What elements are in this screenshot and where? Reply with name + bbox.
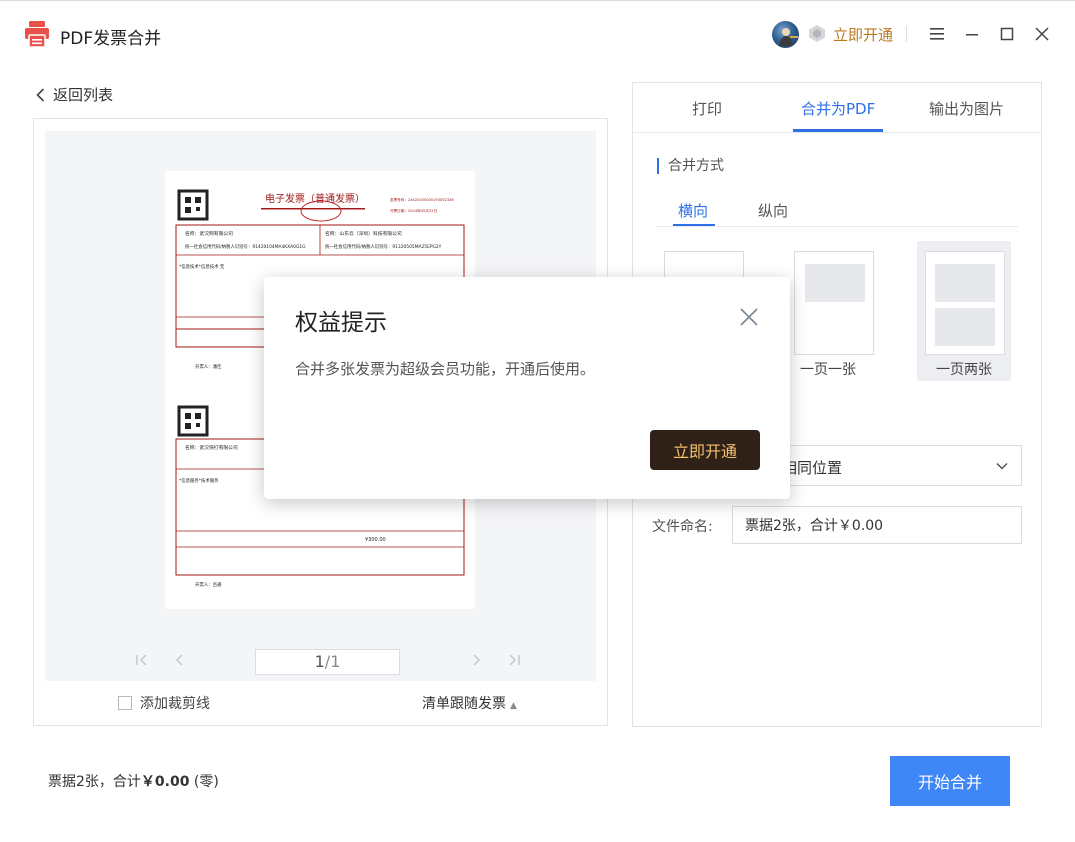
layout-label: 一页两张: [936, 362, 992, 378]
item-line-2: *信息服务*技术服务: [179, 477, 219, 484]
filename-label: 文件命名:: [652, 519, 713, 535]
minimize-icon[interactable]: [960, 22, 984, 46]
invoice-title-1: 电子发票（普通发票）: [265, 192, 365, 205]
summary-amount: ￥0.00: [140, 774, 190, 790]
current-page: 1: [314, 652, 325, 671]
caret-up-icon: ▲: [510, 701, 517, 711]
list-follow-label: 清单跟随发票: [422, 696, 506, 712]
start-merge-button[interactable]: 开始合并: [890, 756, 1010, 806]
activate-button[interactable]: 立即开通: [650, 430, 760, 470]
thumb-block-bottom: [935, 308, 995, 346]
total-amount-2: ¥300.00: [365, 537, 386, 543]
output-tabs: 打印 合并为PDF 输出为图片: [633, 83, 1041, 133]
seller-tax-id-1: 统一社会信用代码/纳税人识别号：91320505MA25EPG2Y: [325, 243, 442, 250]
benefit-dialog: 权益提示 合并多张发票为超级会员功能，开通后使用。 立即开通: [264, 277, 790, 499]
next-page-icon[interactable]: [467, 653, 485, 671]
list-follow-dropdown[interactable]: 清单跟随发票 ▲: [422, 693, 517, 713]
checkbox-box[interactable]: [118, 696, 132, 710]
vip-diamond-icon: [809, 25, 825, 42]
app-logo-icon: [25, 21, 49, 48]
chevron-left-icon: [36, 87, 45, 102]
page-navigator: 1/1: [45, 649, 596, 677]
activate-vip-link[interactable]: 立即开通: [833, 24, 893, 45]
summary-prefix: 票据2张，合计: [48, 774, 141, 790]
close-window-icon[interactable]: [1030, 22, 1054, 46]
back-label: 返回列表: [53, 86, 114, 104]
dialog-title: 权益提示: [295, 310, 387, 336]
layout-option-one-per-page[interactable]: 一页一张: [781, 241, 875, 381]
filename-input[interactable]: [732, 506, 1022, 544]
merge-mode-heading: 合并方式: [657, 158, 724, 174]
thumb-block: [805, 264, 865, 302]
avatar-figure-icon: [779, 28, 798, 46]
first-page-icon[interactable]: [133, 653, 151, 671]
layout-label: 一页一张: [800, 362, 856, 378]
maximize-icon[interactable]: [995, 22, 1019, 46]
issuer-1: 开票人：潘佳: [195, 363, 222, 370]
app-title: PDF发票合并: [60, 29, 162, 49]
bill-summary: 票据2张，合计￥0.00 (零): [48, 771, 219, 791]
item-line-1: *信息技术*信息技术 无: [179, 263, 225, 270]
summary-suffix: (零): [193, 774, 219, 790]
last-page-icon[interactable]: [505, 653, 523, 671]
prev-page-icon[interactable]: [171, 653, 189, 671]
layout-thumbnail: [925, 251, 1005, 355]
menu-icon[interactable]: [925, 22, 949, 46]
tab-print[interactable]: 打印: [692, 98, 722, 119]
total-pages: /1: [324, 652, 341, 671]
dialog-message: 合并多张发票为超级会员功能，开通后使用。: [295, 360, 596, 378]
active-tab-indicator: [793, 129, 883, 132]
thumb-block-top: [935, 264, 995, 302]
tab-merge-pdf[interactable]: 合并为PDF: [801, 98, 875, 119]
window-top-border: [0, 0, 1075, 1]
issuer-2: 开票人：吕通: [195, 581, 222, 588]
tab-landscape[interactable]: 横向: [678, 200, 708, 221]
titlebar-divider: [906, 26, 907, 42]
tab-portrait[interactable]: 纵向: [758, 200, 788, 221]
orientation-tabs: 横向 纵向: [657, 191, 1018, 227]
seller-name-1: 名称：山东云（深圳）科技有限公司: [325, 230, 402, 237]
tab-export-image[interactable]: 输出为图片: [929, 98, 1004, 119]
chevron-down-icon: [996, 462, 1008, 470]
buyer-name-2: 名称：武汉快打有限公司: [185, 444, 238, 451]
layout-option-two-per-page[interactable]: 一页两张: [917, 241, 1011, 381]
close-icon[interactable]: [738, 306, 760, 328]
user-avatar[interactable]: [772, 21, 799, 48]
layout-thumbnail: [794, 251, 874, 355]
invoice-date-1: 开票日期：2024年05月22日: [390, 208, 437, 213]
crop-lines-label: 添加裁剪线: [140, 696, 210, 712]
invoice-number-1: 发票号码：24422000000193052336: [390, 197, 454, 202]
subtab-indicator: [673, 224, 715, 226]
buyer-name-1: 名称：武汉网有限公司: [185, 230, 233, 237]
position-value: 相同位置: [782, 459, 843, 477]
back-to-list-link[interactable]: 返回列表: [36, 84, 113, 105]
buyer-tax-id-1: 统一社会信用代码/纳税人识别号：91420104MA4KXA0G1G: [185, 243, 306, 250]
crop-lines-checkbox[interactable]: 添加裁剪线: [118, 693, 210, 713]
page-indicator[interactable]: 1/1: [255, 649, 400, 675]
